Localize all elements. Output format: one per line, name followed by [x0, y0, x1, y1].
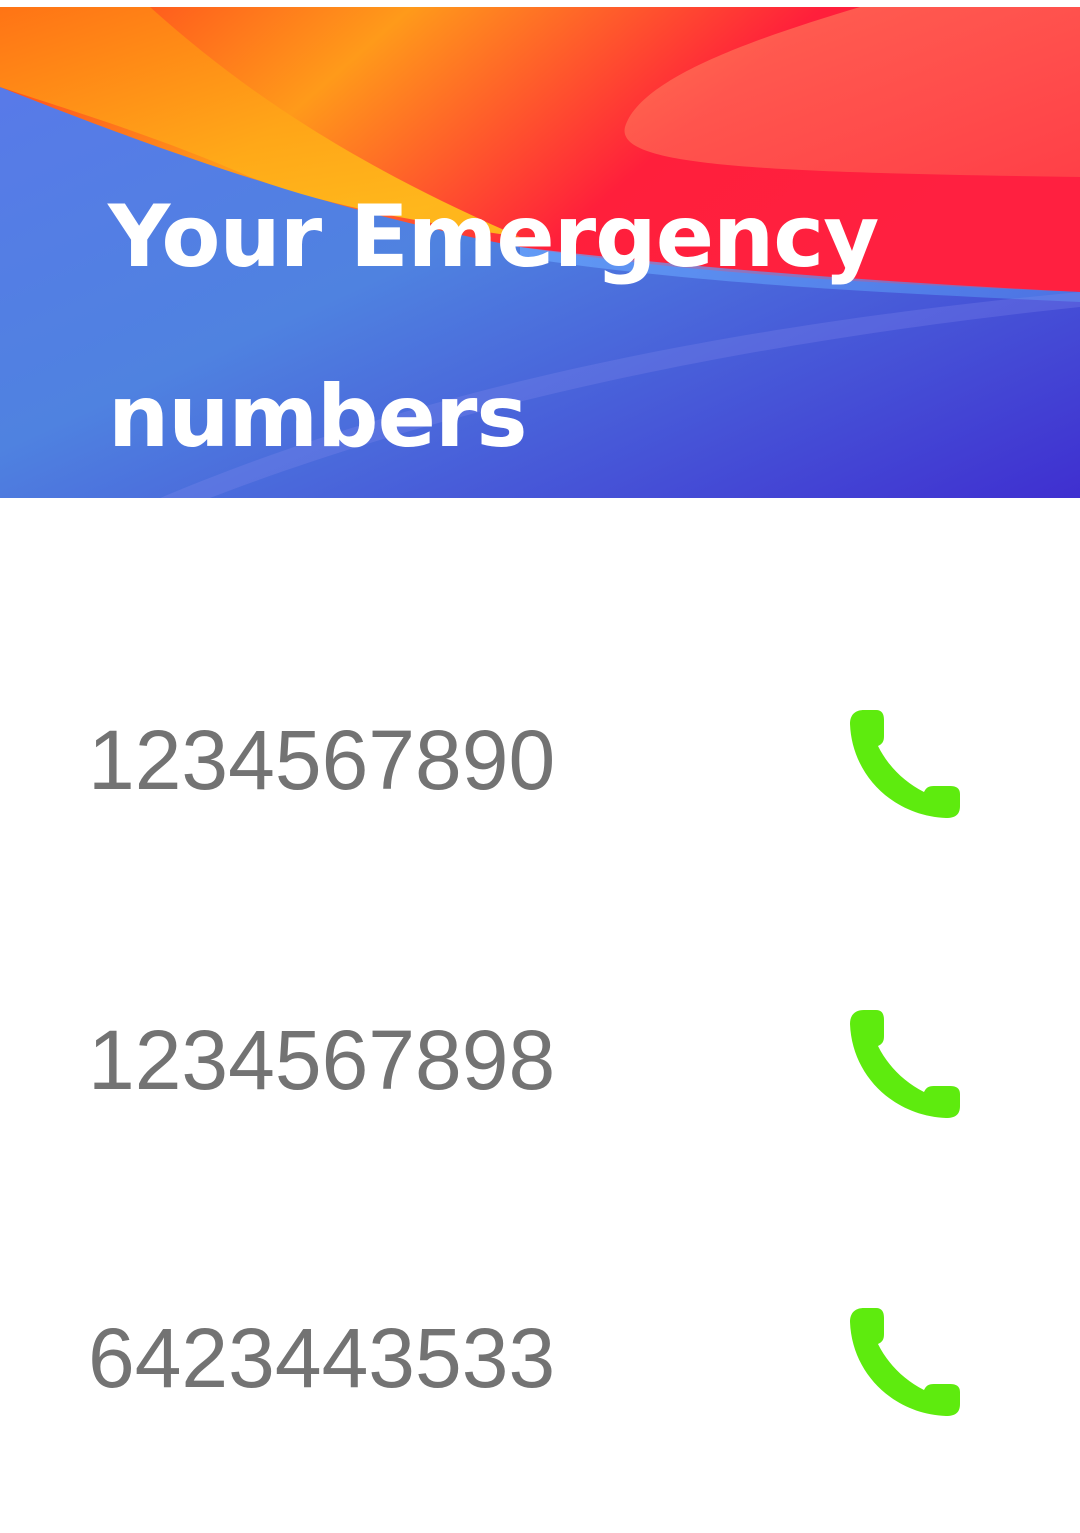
status-bar-spacer	[0, 0, 1080, 7]
call-button[interactable]	[838, 1298, 978, 1428]
phone-icon	[850, 710, 960, 818]
list-item: 1234567890	[0, 690, 1080, 830]
phone-icon	[850, 1010, 960, 1118]
call-button[interactable]	[838, 700, 978, 830]
list-item: 6423443533	[0, 1288, 1080, 1428]
page-title: Your Emergency numbers	[108, 147, 1008, 498]
phone-number: 1234567890	[88, 713, 556, 807]
phone-number: 6423443533	[88, 1311, 556, 1405]
phone-icon	[850, 1308, 960, 1416]
header-banner: Your Emergency numbers	[0, 7, 1080, 498]
list-item: 1234567898	[0, 990, 1080, 1130]
page-title-line-1: Your Emergency	[108, 187, 879, 287]
page-title-line-2: numbers	[108, 367, 528, 467]
call-button[interactable]	[838, 1000, 978, 1130]
phone-number: 1234567898	[88, 1013, 556, 1107]
